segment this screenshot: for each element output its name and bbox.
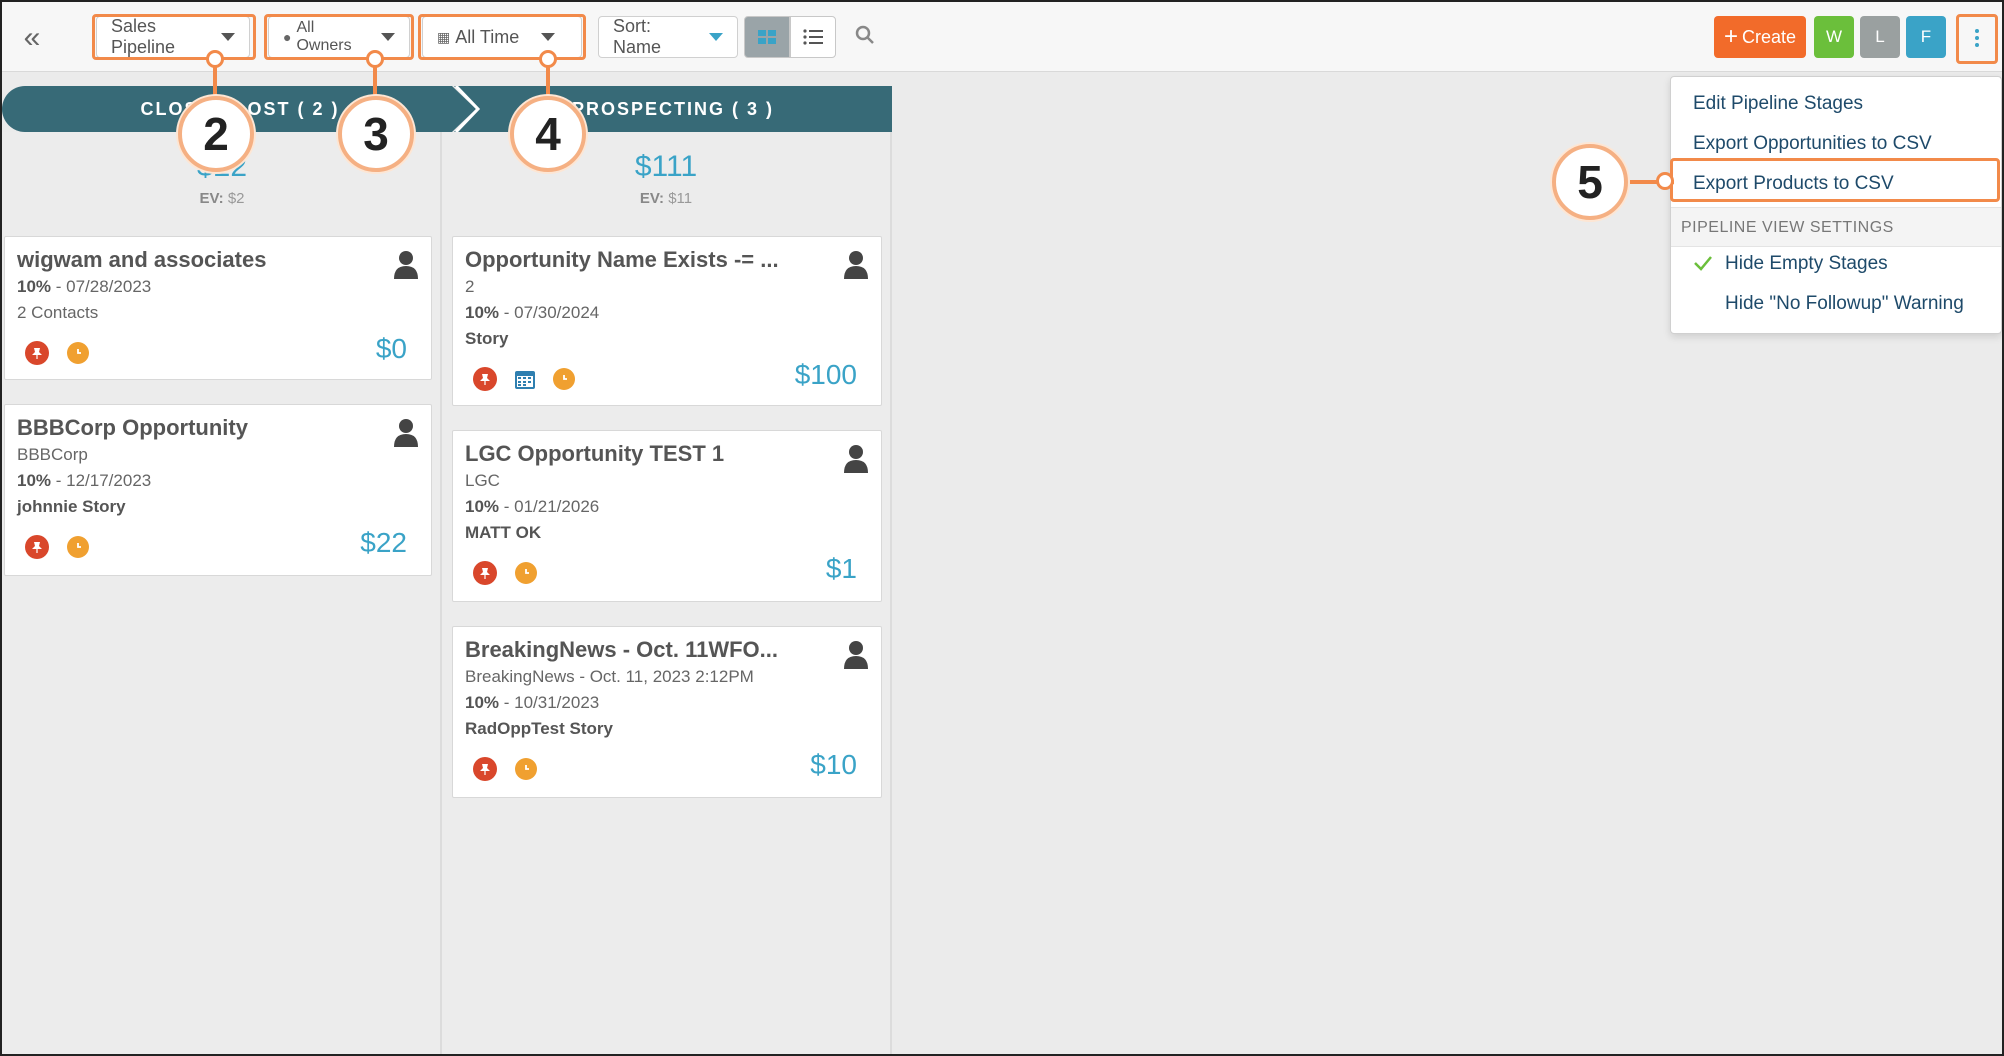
user-f-button[interactable]: F [1906, 16, 1946, 58]
company-name: BreakingNews - Oct. 11, 2023 2:12PM [465, 667, 754, 686]
plus-icon: + [1723, 23, 1738, 50]
probability-date: 10% - 07/30/2024 [465, 303, 600, 322]
pin-icon[interactable] [473, 757, 497, 781]
pipeline-select-label: Sales Pipeline [111, 16, 176, 57]
owner-avatar-icon [844, 251, 868, 279]
ev-label: EV: [199, 190, 224, 207]
opportunity-card[interactable]: LGC Opportunity TEST 1 LGC 10% - 01/21/2… [452, 430, 882, 602]
app-frame: « Sales Pipeline ● All Owners ▦ All Time… [0, 0, 2004, 1056]
stage-expected-value: EV: $2 [142, 190, 302, 207]
chevron-down-icon [381, 33, 395, 41]
opportunity-title: Opportunity Name Exists -= ... [465, 247, 779, 272]
opportunity-card[interactable]: Opportunity Name Exists -= ... 2 10% - 0… [452, 236, 882, 406]
ev-value: $2 [227, 190, 245, 207]
menu-section-header: PIPELINE VIEW SETTINGS [1671, 207, 2001, 247]
calendar-icon: ▦ [437, 28, 451, 45]
owner-avatar-icon [394, 251, 418, 279]
menu-item-edit-pipeline-stages[interactable]: Edit Pipeline Stages [1693, 93, 1863, 115]
owner-select[interactable]: ● All Owners [268, 16, 410, 58]
owner-select-label: All Owners [296, 19, 352, 54]
owner-avatar-icon [844, 641, 868, 669]
user-w-button[interactable]: W [1814, 16, 1854, 58]
grid-icon [758, 30, 776, 44]
sort-select[interactable]: Sort: Name [598, 16, 738, 58]
opportunity-amount: $1 [825, 553, 857, 584]
ev-label: EV: [639, 190, 665, 207]
more-options-icon[interactable] [1962, 20, 1992, 56]
opportunity-title: BBBCorp Opportunity [17, 415, 248, 440]
company-name: LGC [465, 471, 500, 490]
create-button[interactable]: + Create [1714, 16, 1806, 58]
clock-icon[interactable] [515, 758, 537, 780]
stage-header-closed-lost[interactable]: CLOSED LOST ( 2 ) [2, 86, 476, 132]
probability-date: 10% - 10/31/2023 [465, 693, 600, 712]
toolbar: « Sales Pipeline ● All Owners ▦ All Time… [2, 2, 2002, 72]
callout-connector [1630, 180, 1674, 184]
clock-icon[interactable] [515, 562, 537, 584]
owner-name: MATT OK [465, 523, 542, 542]
ev-value: $11 [668, 190, 693, 207]
time-select[interactable]: ▦ All Time [422, 16, 582, 58]
pin-icon[interactable] [25, 535, 49, 559]
company-name: BBBCorp [17, 445, 88, 464]
list-icon [803, 29, 823, 45]
clock-icon[interactable] [67, 536, 89, 558]
opportunity-title: wigwam and associates [17, 247, 267, 272]
company-name: 2 [465, 277, 475, 296]
user-l-button[interactable]: L [1860, 16, 1900, 58]
owner-name: johnnie Story [17, 497, 126, 516]
pin-icon[interactable] [473, 367, 497, 391]
opportunity-title: LGC Opportunity TEST 1 [465, 441, 725, 466]
opportunity-amount: $0 [375, 333, 407, 364]
opportunity-card[interactable]: BreakingNews - Oct. 11WFO... BreakingNew… [452, 626, 882, 798]
stage-total-amount: $22 [196, 150, 248, 183]
time-select-label: All Time [455, 26, 520, 47]
contacts-count: 2 Contacts [17, 303, 99, 322]
stage-total-amount: $111 [634, 150, 698, 183]
opportunity-amount: $100 [794, 359, 857, 390]
checkmark-icon [1694, 256, 1712, 271]
pipeline-select[interactable]: Sales Pipeline [96, 16, 250, 58]
opportunity-amount: $22 [360, 527, 407, 558]
clock-icon[interactable] [553, 368, 575, 390]
chevron-down-icon [709, 33, 723, 41]
column-divider [440, 132, 442, 1054]
probability-date: 10% - 01/21/2026 [465, 497, 600, 516]
owner-name: Story [465, 329, 509, 348]
chevron-down-icon [221, 33, 235, 41]
sort-select-label: Sort: Name [613, 16, 662, 57]
stage-header-prospecting[interactable]: PROSPECTING ( 3 ) [454, 86, 892, 132]
pipeline-options-menu: Edit Pipeline Stages Export Opportunitie… [1670, 76, 2002, 334]
chevron-down-icon [541, 33, 556, 41]
collapse-sidebar-icon[interactable]: « [18, 21, 46, 54]
user-icon: ● [283, 29, 292, 45]
menu-item-hide-empty-stages[interactable]: Hide Empty Stages [1725, 253, 1888, 275]
probability-date: 10% - 12/17/2023 [17, 471, 152, 490]
owner-avatar-icon [844, 445, 868, 473]
stage-header-label: CLOSED LOST ( 2 ) [140, 98, 340, 119]
clock-icon[interactable] [67, 342, 89, 364]
opportunity-amount: $10 [810, 749, 857, 780]
pin-icon[interactable] [473, 561, 497, 585]
menu-item-export-products[interactable]: Export Products to CSV [1693, 173, 1894, 195]
pin-icon[interactable] [25, 341, 49, 365]
create-button-label: Create [1741, 26, 1797, 47]
menu-item-hide-no-followup[interactable]: Hide "No Followup" Warning [1725, 293, 1964, 315]
menu-item-export-opportunities[interactable]: Export Opportunities to CSV [1693, 133, 1932, 155]
opportunity-card[interactable]: wigwam and associates 10% - 07/28/2023 2… [4, 236, 432, 380]
owner-avatar-icon [394, 419, 418, 447]
stage-header-label: PROSPECTING ( 3 ) [571, 98, 775, 119]
search-icon[interactable] [854, 24, 876, 46]
opportunity-card[interactable]: BBBCorp Opportunity BBBCorp 10% - 12/17/… [4, 404, 432, 576]
list-view-button[interactable] [790, 16, 836, 58]
stage-expected-value: EV: $11 [586, 190, 746, 207]
board-view-button[interactable] [744, 16, 790, 58]
column-divider [890, 132, 892, 1054]
opportunity-title: BreakingNews - Oct. 11WFO... [465, 637, 778, 662]
owner-name: RadOppTest Story [465, 719, 613, 738]
probability-date: 10% - 07/28/2023 [17, 277, 152, 296]
callout-number: 5 [1552, 144, 1628, 220]
calendar-icon[interactable] [513, 367, 537, 391]
